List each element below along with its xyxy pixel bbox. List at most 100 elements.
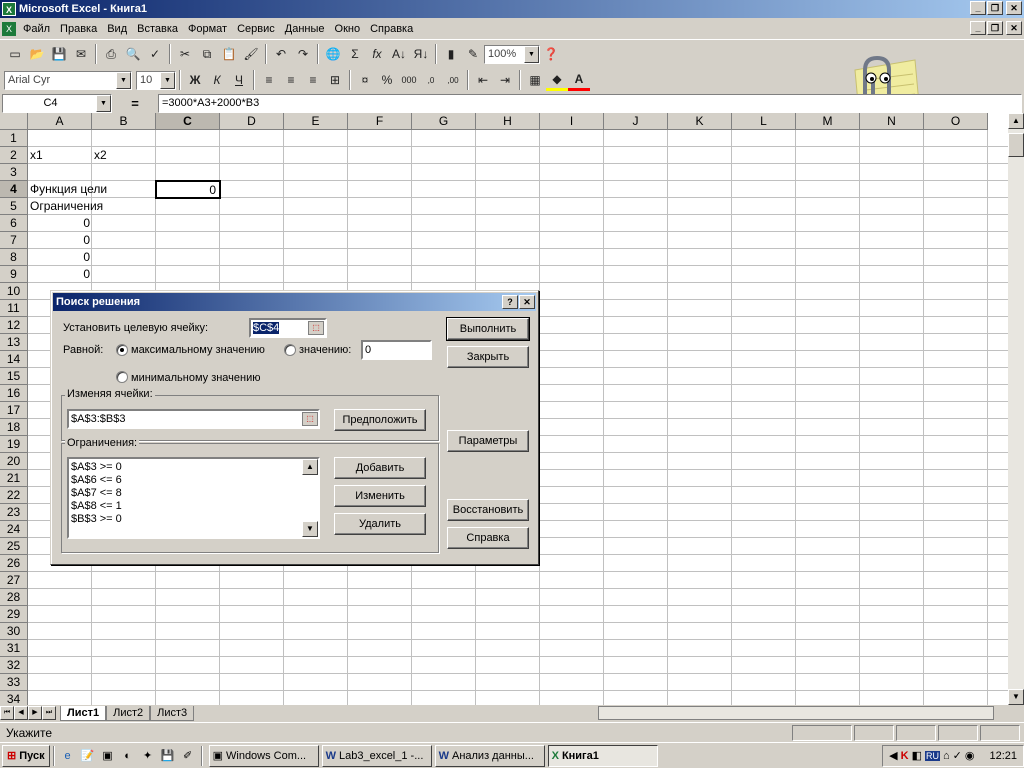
value-field[interactable]: 0: [361, 340, 432, 360]
row-header-7[interactable]: 7: [0, 232, 28, 249]
row-header-19[interactable]: 19: [0, 436, 28, 453]
drawing-icon[interactable]: ✎: [462, 43, 484, 65]
update-icon[interactable]: ✓: [953, 749, 962, 762]
col-header-g[interactable]: G: [412, 113, 476, 130]
reset-button[interactable]: Восстановить: [447, 499, 529, 521]
close-button[interactable]: ✕: [1006, 1, 1022, 15]
row-header-24[interactable]: 24: [0, 521, 28, 538]
menu-window[interactable]: Окно: [330, 20, 366, 38]
scroll-up-icon[interactable]: ▲: [1008, 113, 1024, 129]
workbook-icon[interactable]: X: [2, 21, 16, 36]
minimize-button[interactable]: _: [970, 1, 986, 15]
doc-restore-button[interactable]: ❐: [987, 21, 1003, 35]
row-header-31[interactable]: 31: [0, 640, 28, 657]
autosum-icon[interactable]: Σ: [344, 43, 366, 65]
row-header-1[interactable]: 1: [0, 130, 28, 147]
help-icon[interactable]: ❓: [540, 43, 562, 65]
row-header-28[interactable]: 28: [0, 589, 28, 606]
constraint-item[interactable]: $A$6 <= 6: [71, 474, 316, 487]
scroll-down-icon[interactable]: ▼: [1008, 689, 1024, 705]
undo-icon[interactable]: ↶: [270, 43, 292, 65]
row-header-17[interactable]: 17: [0, 402, 28, 419]
constraint-item[interactable]: $A$7 <= 8: [71, 487, 316, 500]
next-sheet-icon[interactable]: ▶: [28, 706, 42, 720]
row-header-6[interactable]: 6: [0, 215, 28, 232]
options-button[interactable]: Параметры: [447, 430, 529, 452]
row-header-13[interactable]: 13: [0, 334, 28, 351]
format-painter-icon[interactable]: 🖌: [240, 43, 262, 65]
chart-wizard-icon[interactable]: ▮: [440, 43, 462, 65]
col-header-b[interactable]: B: [92, 113, 156, 130]
thousands-icon[interactable]: 000: [398, 69, 420, 91]
shield-icon[interactable]: ◉: [965, 749, 975, 762]
notepad-icon[interactable]: 📝: [80, 748, 96, 764]
language-indicator[interactable]: RU: [924, 750, 940, 761]
decrease-indent-icon[interactable]: ⇤: [472, 69, 494, 91]
first-sheet-icon[interactable]: ⏮: [0, 706, 14, 720]
align-left-icon[interactable]: ≡: [258, 69, 280, 91]
row-header-21[interactable]: 21: [0, 470, 28, 487]
vertical-scrollbar[interactable]: ▲ ▼: [1008, 113, 1024, 705]
constraint-item[interactable]: $B$3 >= 0: [71, 513, 316, 526]
dialog-close-button[interactable]: ✕: [519, 295, 535, 309]
row-header-25[interactable]: 25: [0, 538, 28, 555]
radio-min-label[interactable]: минимальному значению: [131, 372, 261, 384]
help-button[interactable]: Справка: [447, 527, 529, 549]
zoom-select[interactable]: 100% ▼: [484, 44, 540, 64]
font-select[interactable]: Arial Cyr ▼: [4, 70, 132, 90]
row-header-15[interactable]: 15: [0, 368, 28, 385]
solver-titlebar[interactable]: Поиск решения ? ✕: [53, 293, 536, 311]
ie-icon[interactable]: e: [60, 748, 76, 764]
volume-icon[interactable]: ◀: [889, 749, 897, 762]
col-header-f[interactable]: F: [348, 113, 412, 130]
restore-button[interactable]: ❐: [987, 1, 1003, 15]
increase-decimal-icon[interactable]: ,0: [420, 69, 442, 91]
collapse-dialog-icon[interactable]: ⬚: [308, 321, 324, 335]
task-lab3-word[interactable]: W Lab3_excel_1 -...: [321, 744, 432, 767]
row-header-16[interactable]: 16: [0, 385, 28, 402]
add-constraint-button[interactable]: Добавить: [334, 457, 426, 479]
sheet-tab-3[interactable]: Лист3: [150, 705, 195, 721]
col-header-i[interactable]: I: [540, 113, 604, 130]
radio-value-label[interactable]: значению:: [299, 344, 351, 356]
row-header-4[interactable]: 4: [0, 181, 28, 198]
cell-a2[interactable]: x1: [30, 147, 43, 164]
row-header-8[interactable]: 8: [0, 249, 28, 266]
constraints-list[interactable]: $A$3 >= 0 $A$6 <= 6 $A$7 <= 8 $A$8 <= 1 …: [67, 457, 320, 539]
scroll-thumb[interactable]: [1008, 133, 1024, 157]
horizontal-scrollbar[interactable]: [598, 706, 995, 720]
col-header-n[interactable]: N: [860, 113, 924, 130]
row-header-2[interactable]: 2: [0, 147, 28, 164]
last-sheet-icon[interactable]: ⏭: [42, 706, 56, 720]
increase-indent-icon[interactable]: ⇥: [494, 69, 516, 91]
row-header-3[interactable]: 3: [0, 164, 28, 181]
help-question-button[interactable]: ?: [502, 295, 518, 309]
row-header-30[interactable]: 30: [0, 623, 28, 640]
list-scroll-up-icon[interactable]: ▲: [302, 459, 318, 475]
row-header-27[interactable]: 27: [0, 572, 28, 589]
col-header-l[interactable]: L: [732, 113, 796, 130]
sort-asc-icon[interactable]: A↓: [388, 43, 410, 65]
radio-max-label[interactable]: максимальному значению: [131, 344, 265, 356]
chevron-down-icon[interactable]: ▼: [116, 71, 131, 89]
constraint-item[interactable]: $A$3 >= 0: [71, 461, 316, 474]
row-header-11[interactable]: 11: [0, 300, 28, 317]
name-box[interactable]: C4 ▼: [2, 93, 112, 113]
doc-minimize-button[interactable]: _: [970, 21, 986, 35]
new-icon[interactable]: ▭: [4, 43, 26, 65]
col-header-e[interactable]: E: [284, 113, 348, 130]
row-header-18[interactable]: 18: [0, 419, 28, 436]
row-header-32[interactable]: 32: [0, 657, 28, 674]
bold-button[interactable]: Ж: [184, 69, 206, 91]
guess-button[interactable]: Предположить: [334, 409, 426, 431]
hyperlink-icon[interactable]: 🌐: [322, 43, 344, 65]
italic-button[interactable]: К: [206, 69, 228, 91]
copy-icon[interactable]: ⧉: [196, 43, 218, 65]
start-button[interactable]: ⊞ Пуск: [2, 744, 50, 767]
underline-button[interactable]: Ч: [228, 69, 250, 91]
font-color-icon[interactable]: A: [568, 69, 590, 91]
percent-icon[interactable]: %: [376, 69, 398, 91]
menu-view[interactable]: Вид: [102, 20, 132, 38]
select-all-corner[interactable]: [0, 113, 28, 130]
cut-icon[interactable]: ✂: [174, 43, 196, 65]
